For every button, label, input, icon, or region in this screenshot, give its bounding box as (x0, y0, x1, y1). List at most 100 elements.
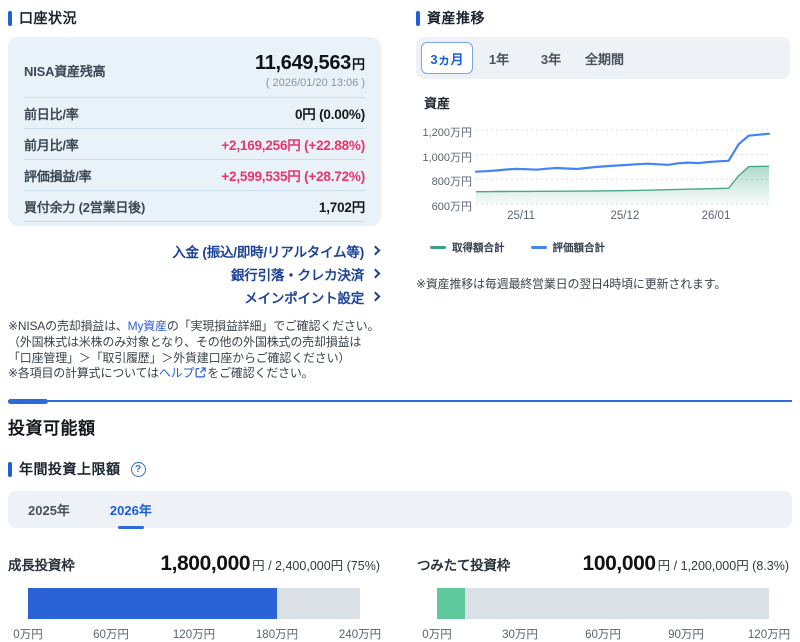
row-value: +2,169,256円 (+22.88%) (221, 134, 365, 154)
invest-frame: つみたて投資枠 100,000円 / 1,200,000円 (8.3%) 0万円 30… (417, 552, 789, 642)
asset-chart: 1,200万円1,000万円800万円600万円25/1125/1226/01 (416, 118, 790, 230)
account-rows: 前日比/率0円 (0.00%)前月比/率+2,169,256円 (+22.88%… (24, 98, 365, 222)
axis-ticks: 0万円30万円60万円90万円120万円 (437, 626, 769, 642)
investable-amount-section: 投資可能額 年間投資上限額 ? 2025年 2026年 成長投資枠 1,800,00… (0, 414, 800, 642)
invest-frame: 成長投資枠1,800,000円 / 2,400,000円 (75%)0万円60万… (8, 552, 380, 642)
chart-axis-title: 資産 (424, 93, 790, 112)
axis-tick-label: 120万円 (748, 626, 790, 642)
balance-amount: 11,649,563 (255, 52, 351, 74)
section-bar-icon (8, 11, 12, 26)
nisa-balance-label: NISA資産残高 (24, 61, 105, 80)
link-label: 銀行引落・クレカ決済 (231, 264, 364, 284)
balance-timestamp: ( 2026/01/20 13:06 ) (255, 77, 365, 89)
footnote-link[interactable]: My資産 (128, 319, 167, 333)
account-action-link[interactable]: メインポイント設定 (8, 286, 381, 307)
asset-period-tabs: 3ヵ月1年3年全期間 (416, 37, 790, 79)
x-axis-label: 25/12 (610, 210, 639, 222)
axis-tick-label: 120万円 (173, 626, 215, 642)
y-axis-label: 800万円 (416, 173, 472, 189)
period-tab[interactable]: 3ヵ月 (421, 42, 473, 74)
link-label: メインポイント設定 (244, 287, 364, 307)
legend-item: 取得額合計 (430, 240, 505, 255)
y-axis-label: 600万円 (416, 198, 472, 214)
top-section: 口座状況 NISA資産残高 11,649,563円 ( 2026/01/20 1… (0, 0, 800, 383)
footnote-text: をご確認ください。 (207, 366, 313, 380)
help-icon[interactable]: ? (131, 462, 146, 477)
axis-tick-label: 240万円 (339, 626, 381, 642)
balance-unit: 円 (352, 57, 365, 72)
x-axis-label: 26/01 (702, 210, 731, 222)
frame-used-amount: 100,000 (583, 552, 656, 575)
progress-bar-area: 0万円30万円60万円90万円120万円 (437, 588, 769, 642)
area-series (476, 166, 769, 204)
legend-label: 評価額合計 (553, 240, 606, 255)
chevron-right-icon (371, 246, 381, 256)
period-tab[interactable]: 3年 (525, 42, 577, 74)
row-value: 1,702円 (319, 196, 365, 216)
frame-label: つみたて投資枠 (417, 554, 510, 574)
frame-label: 成長投資枠 (8, 554, 75, 574)
chevron-right-icon (371, 269, 381, 279)
chevron-right-icon (371, 292, 381, 302)
axis-tick-label: 90万円 (668, 626, 704, 642)
y-axis-label: 1,000万円 (416, 149, 472, 165)
footnote-text: ※各項目の計算式については (8, 366, 159, 380)
account-summary-panel: NISA資産残高 11,649,563円 ( 2026/01/20 13:06 … (8, 37, 381, 226)
row-value: +2,599,535円 (+28.72%) (221, 165, 365, 185)
footnote: ※NISAの売却損益は、My資産の「実現損益詳細」でご確認ください。 （外国株式は… (8, 319, 380, 383)
external-link-icon (195, 367, 206, 378)
frame-limit-text: 円 / 1,200,000円 (8.3%) (658, 559, 789, 573)
frame-header: つみたて投資枠 100,000円 / 1,200,000円 (8.3%) (417, 552, 789, 576)
footnote-text: の「実現損益詳細」でご確認ください。 (167, 319, 379, 333)
section-title-text: 年間投資上限額 (19, 459, 121, 479)
account-row: 買付余力 (2営業日後) 1,702円 (24, 191, 365, 222)
chart-legend: 取得額合計 評価額合計 (430, 240, 790, 255)
nisa-balance-value: 11,649,563円 ( 2026/01/20 13:06 ) (255, 52, 365, 89)
section-bar-icon (416, 11, 420, 26)
year-tab[interactable]: 2025年 (28, 496, 70, 523)
legend-swatch (531, 246, 547, 249)
divider-indicator-pill (8, 399, 48, 404)
section-title-text: 口座状況 (19, 8, 77, 28)
account-action-link[interactable]: 銀行引落・クレカ決済 (8, 263, 381, 284)
link-label: 入金 (振込/即時/リアルタイム等) (172, 241, 364, 261)
section-title-text: 資産推移 (427, 8, 485, 28)
frame-header: 成長投資枠1,800,000円 / 2,400,000円 (75%) (8, 552, 380, 576)
account-links: 入金 (振込/即時/リアルタイム等) 銀行引落・クレカ決済メインポイント設定 (8, 240, 381, 307)
account-action-link[interactable]: 入金 (振込/即時/リアルタイム等) (8, 240, 381, 261)
year-tabs: 2025年 2026年 (8, 491, 792, 528)
frame-value: 100,000円 / 1,200,000円 (8.3%) (583, 552, 789, 576)
row-label: 買付余力 (2営業日後) (24, 197, 145, 216)
legend-item: 評価額合計 (531, 240, 606, 255)
account-row: 評価損益/率 +2,599,535円 (+28.72%) (24, 160, 365, 191)
divider-line (8, 400, 792, 402)
legend-label: 取得額合計 (452, 240, 505, 255)
investable-amount-title: 投資可能額 (8, 414, 792, 439)
legend-swatch (430, 246, 446, 249)
footnote-text: ※NISAの売却損益は、 (8, 319, 128, 333)
period-tab[interactable]: 全期間 (577, 42, 632, 74)
footnote-text: （外国株式は米株のみ対象となり、その他の外国株式の売却損益は「口座管理」＞「取引… (8, 335, 361, 365)
nisa-balance-row: NISA資産残高 11,649,563円 ( 2026/01/20 13:06 … (24, 43, 365, 98)
axis-tick-label: 0万円 (422, 626, 451, 642)
row-label: 前月比/率 (24, 135, 79, 154)
period-tab[interactable]: 1年 (473, 42, 525, 74)
asset-trend-section: 資産推移 3ヵ月1年3年全期間 資産 1,200万円 1,000万円 800万円 60… (416, 8, 790, 383)
progress-bar-area: 0万円60万円120万円180万円240万円 (28, 588, 360, 642)
account-status-title: 口座状況 (8, 8, 381, 28)
axis-tick-label: 180万円 (256, 626, 298, 642)
year-tab[interactable]: 2026年 (110, 496, 152, 523)
annual-limit-title: 年間投資上限額 ? (8, 459, 792, 479)
chart-update-note: ※資産推移は毎週最終営業日の翌日4時頃に更新されます。 (416, 275, 790, 292)
account-status-section: 口座状況 NISA資産残高 11,649,563円 ( 2026/01/20 1… (8, 8, 381, 383)
row-label: 評価損益/率 (24, 166, 91, 185)
axis-tick-label: 30万円 (502, 626, 538, 642)
footnote-link[interactable]: ヘルプ (159, 366, 194, 380)
account-row: 前月比/率 +2,169,256円 (+22.88%) (24, 129, 365, 160)
axis-tick-label: 60万円 (93, 626, 129, 642)
frame-used-amount: 1,800,000 (160, 552, 250, 575)
section-bar-icon (8, 462, 12, 477)
axis-tick-label: 60万円 (585, 626, 621, 642)
y-axis-label: 1,200万円 (416, 124, 472, 140)
page: { "colors": { "accent": "#2160d3", "pink… (0, 0, 800, 604)
